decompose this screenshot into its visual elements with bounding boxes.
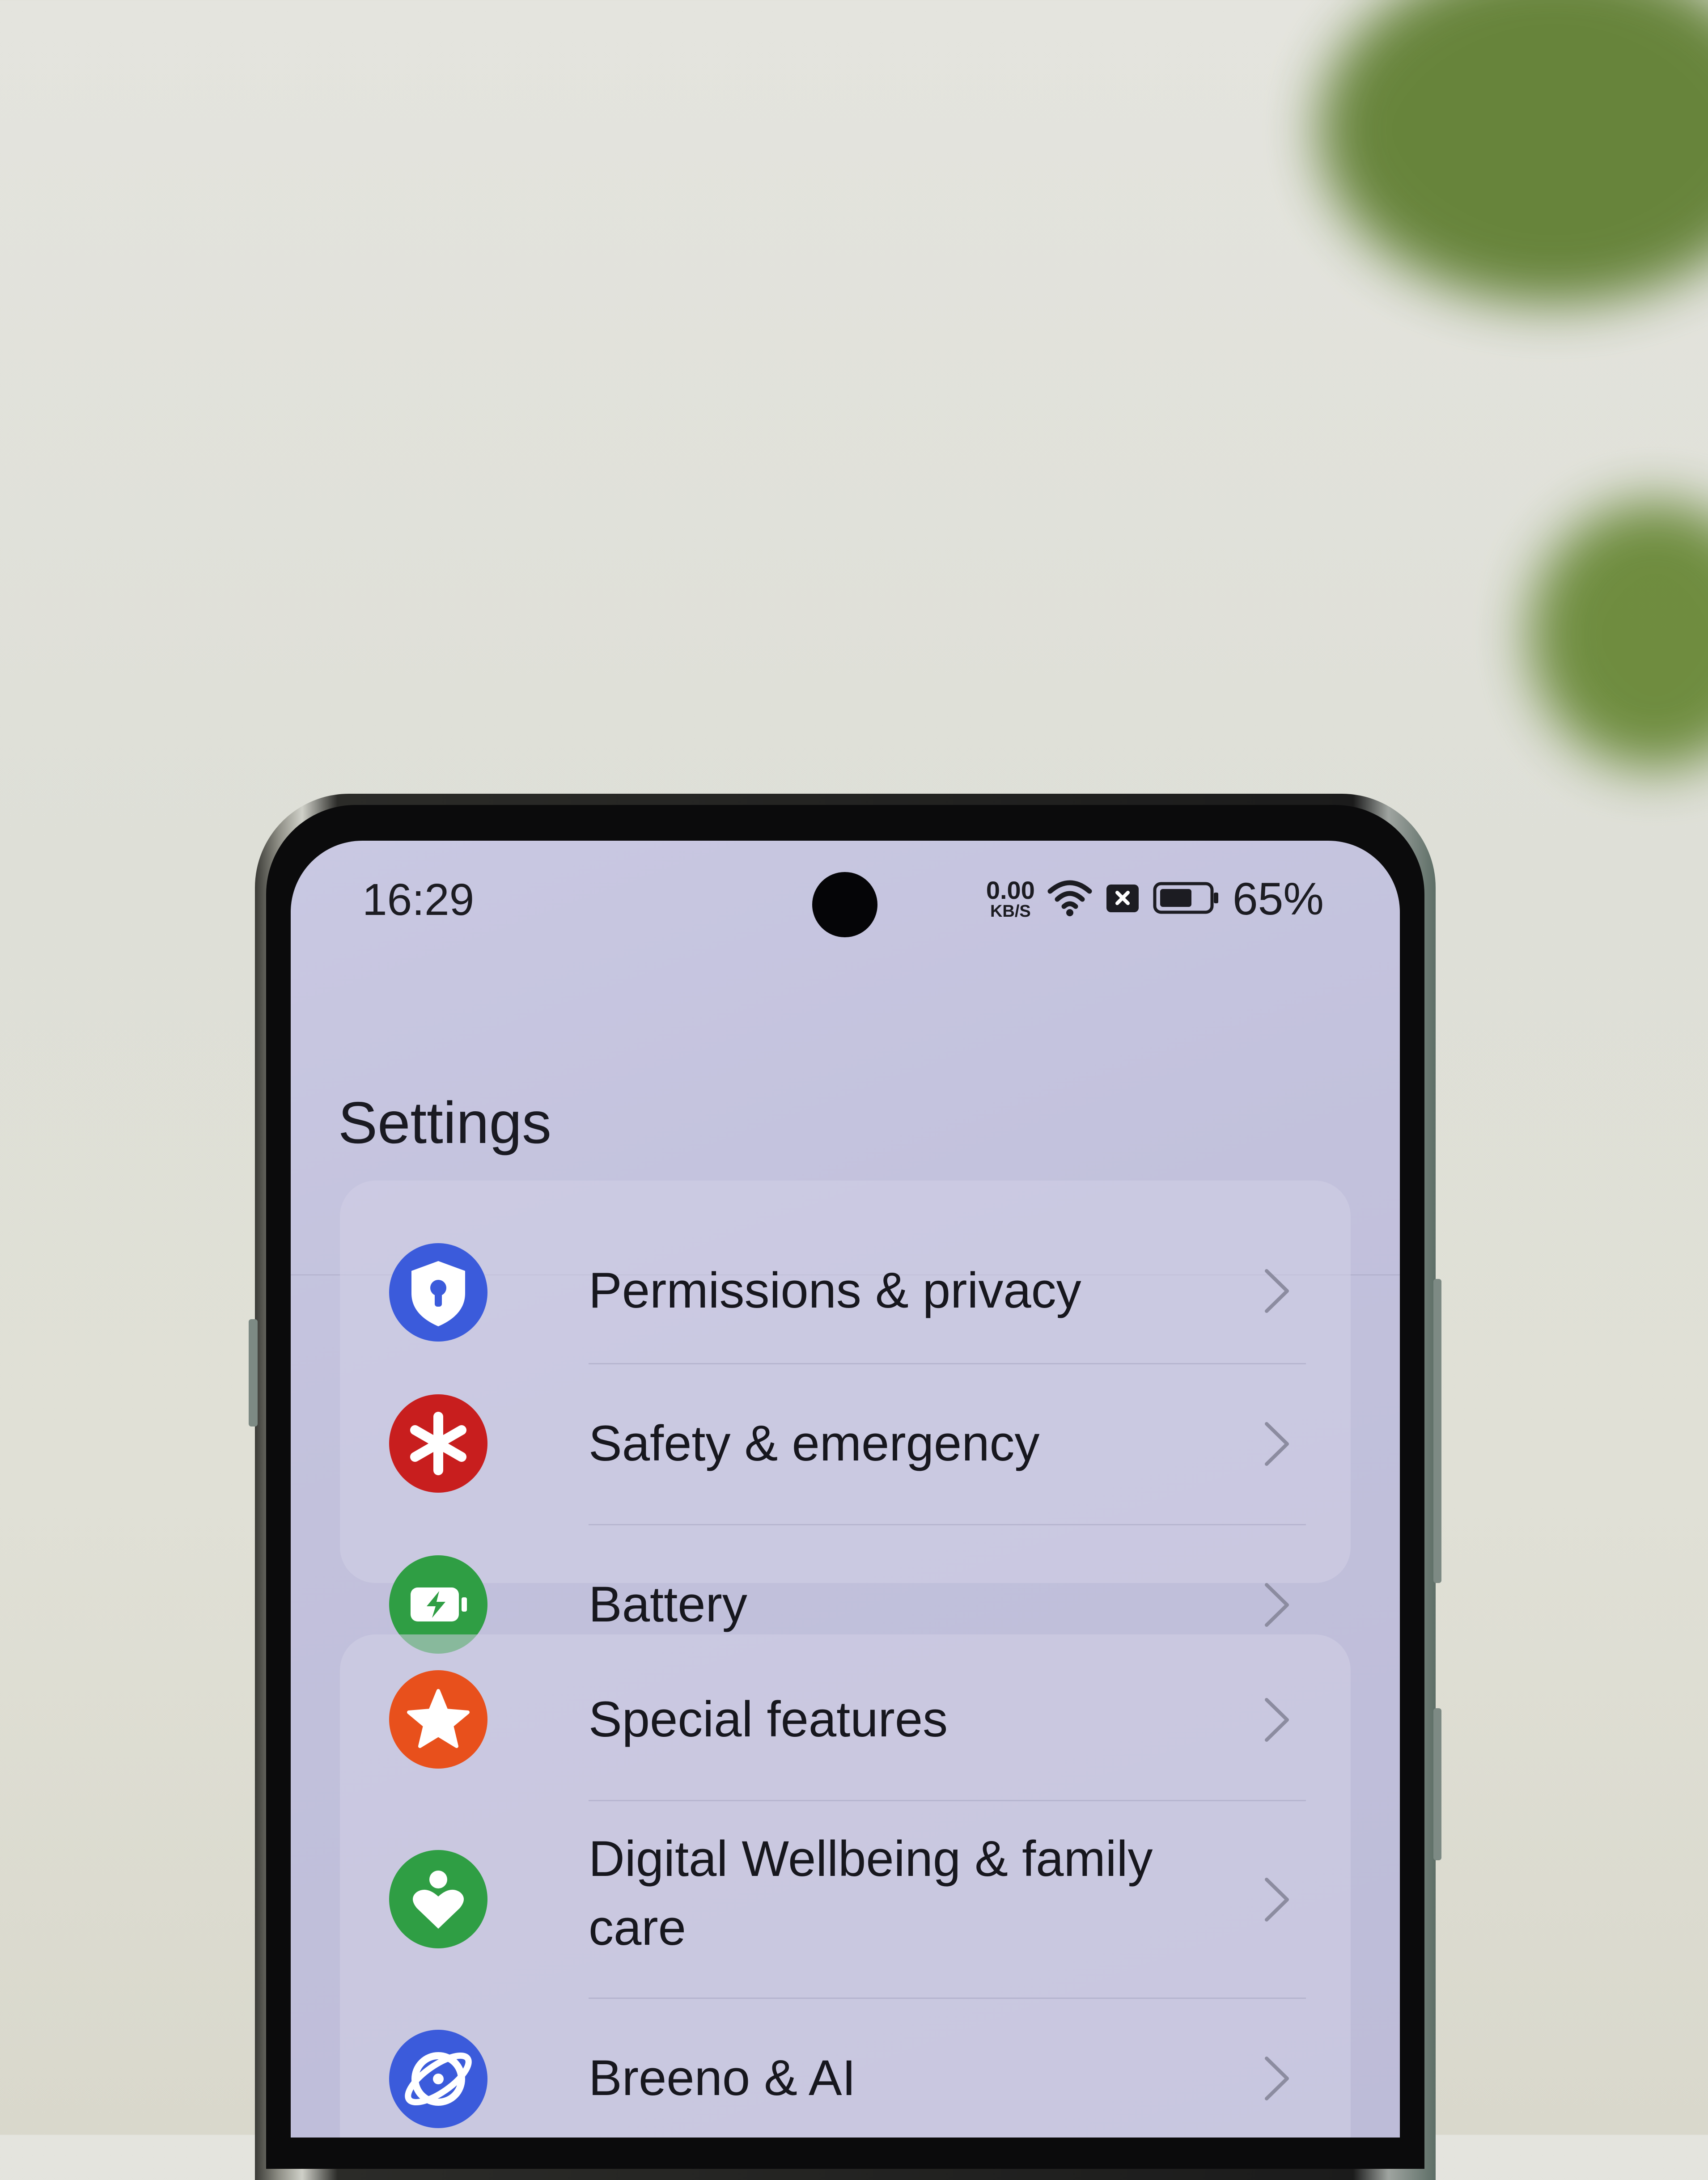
settings-item-safety-emergency[interactable]: Safety & emergency (340, 1365, 1351, 1524)
settings-item-special-features[interactable]: Special features (340, 1634, 1351, 1800)
settings-item-digital-wellbeing[interactable]: Digital Wellbeing & family care (340, 1802, 1351, 1997)
background-leaf (1319, 0, 1708, 304)
side-button (1433, 1708, 1441, 1860)
status-bar: 16:29 0.00 KB/S 65% (291, 841, 1400, 957)
phone-screen: 16:29 0.00 KB/S 65% Settings Permissions… (291, 841, 1400, 2138)
settings-item-label: Safety & emergency (589, 1415, 1040, 1471)
settings-item-label: Breeno & AI (589, 2050, 856, 2106)
settings-item-permissions-privacy[interactable]: Permissions & privacy (340, 1243, 1351, 1368)
heart-person-icon (389, 1850, 487, 1948)
settings-item-label: Special features (589, 1691, 948, 1747)
breeno-icon (389, 2030, 487, 2128)
divider (589, 1524, 1306, 1525)
front-camera (812, 872, 877, 937)
status-time: 16:29 (362, 875, 475, 925)
chevron-right-icon (1261, 1266, 1293, 1316)
net-speed: 0.00 KB/S (986, 878, 1035, 920)
chevron-right-icon (1261, 1580, 1293, 1630)
divider (589, 1363, 1306, 1364)
status-icons: 0.00 KB/S 65% (986, 872, 1324, 926)
settings-group: Special features Digital Wellbeing & fam… (340, 1634, 1351, 2138)
divider (589, 1998, 1306, 1999)
battery-icon (1153, 880, 1220, 918)
side-button (1433, 1279, 1441, 1583)
page-title: Settings (338, 1090, 551, 1156)
chevron-right-icon (1261, 2054, 1293, 2103)
net-speed-unit: KB/S (990, 902, 1031, 921)
settings-item-label: Permissions & privacy (589, 1262, 1081, 1318)
settings-item-label-line1: Digital Wellbeing & family (589, 1831, 1153, 1887)
asterisk-icon (389, 1394, 487, 1493)
chevron-right-icon (1261, 1875, 1293, 1924)
settings-group: Permissions & privacy Safety & emergency (340, 1181, 1351, 1654)
side-button (249, 1319, 258, 1427)
divider (589, 1800, 1306, 1801)
wifi-icon (1047, 878, 1092, 920)
net-speed-value: 0.00 (986, 876, 1035, 904)
star-icon (389, 1670, 487, 1769)
shield-lock-icon (389, 1243, 487, 1342)
background-leaf (1530, 501, 1708, 769)
chevron-right-icon (1261, 1695, 1293, 1744)
settings-item-label: Battery (589, 1576, 747, 1632)
chevron-right-icon (1261, 1419, 1293, 1469)
no-sim-icon (1105, 880, 1140, 918)
battery-percent: 65% (1232, 873, 1324, 924)
settings-item-breeno-ai[interactable]: Breeno & AI (340, 1999, 1351, 2138)
settings-item-label-line2: care (589, 1900, 686, 1956)
